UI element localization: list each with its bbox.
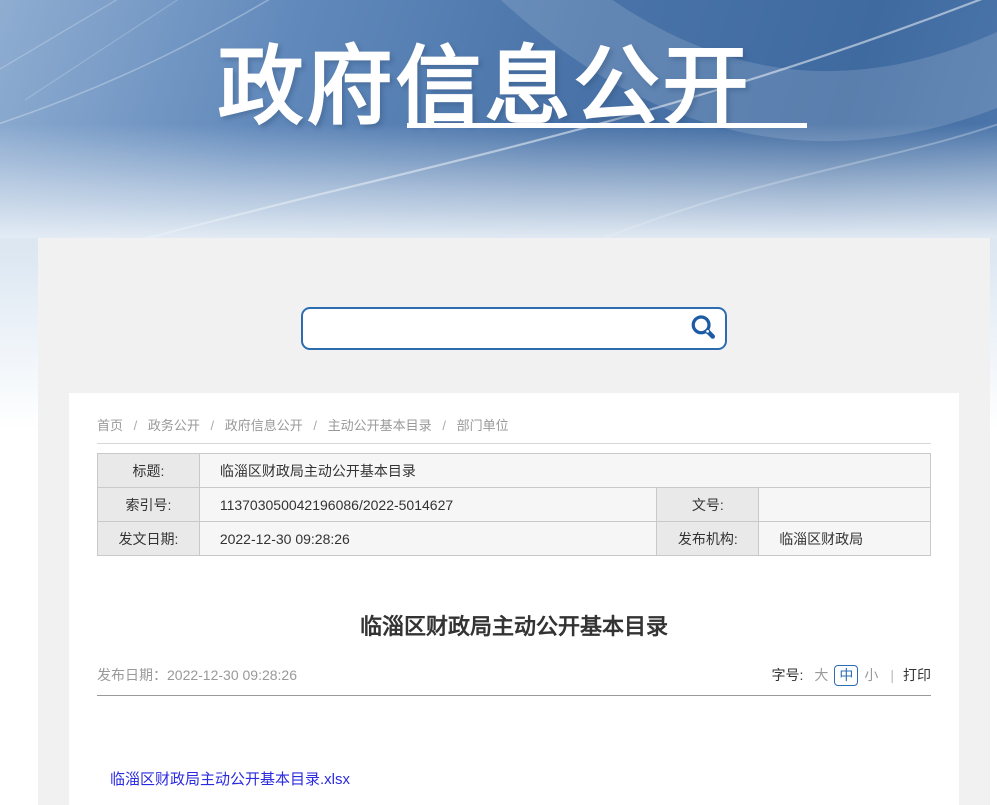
title-label: 标题:	[98, 454, 200, 488]
font-size-medium-button[interactable]: 中	[834, 665, 858, 686]
search-button[interactable]	[687, 313, 719, 345]
print-button[interactable]: 打印	[903, 664, 931, 686]
breadcrumb-govaffairs[interactable]: 政务公开	[148, 418, 200, 433]
article-panel: 首页 / 政务公开 / 政府信息公开 / 主动公开基本目录 / 部门单位 标题:…	[69, 393, 959, 805]
breadcrumb-separator: /	[442, 418, 446, 433]
index-number-label: 索引号:	[98, 488, 200, 522]
breadcrumb: 首页 / 政务公开 / 政府信息公开 / 主动公开基本目录 / 部门单位	[97, 407, 931, 434]
breadcrumb-separator: /	[211, 418, 215, 433]
publish-date: 发布日期：2022-12-30 09:28:26	[97, 664, 297, 686]
attachment-link[interactable]: 临淄区财政局主动公开基本目录.xlsx	[110, 771, 350, 788]
search-icon	[688, 313, 718, 343]
breadcrumb-govinfo[interactable]: 政府信息公开	[225, 418, 303, 433]
breadcrumb-departments[interactable]: 部门单位	[457, 418, 509, 433]
publish-date-label: 发布日期：	[97, 667, 167, 683]
publisher-value: 临淄区财政局	[759, 522, 931, 556]
table-row-title: 标题: 临淄区财政局主动公开基本目录	[98, 454, 931, 488]
breadcrumb-home[interactable]: 首页	[97, 418, 123, 433]
publisher-label: 发布机构:	[657, 522, 759, 556]
title-value: 临淄区财政局主动公开基本目录	[199, 454, 930, 488]
tools-divider: |	[890, 664, 894, 686]
page-banner: 政府信息公开	[0, 0, 997, 238]
doc-number-value	[759, 488, 931, 522]
font-size-large-button[interactable]: 大	[814, 664, 828, 686]
article-title: 临淄区财政局主动公开基本目录	[97, 612, 931, 642]
article-tools: 字号: 大 中 小 | 打印	[771, 664, 931, 686]
title-underline	[407, 123, 807, 128]
doc-number-label: 文号:	[657, 488, 759, 522]
index-number-value: 113703050042196086/2022-5014627	[199, 488, 657, 522]
publish-date-value: 2022-12-30 09:28:26	[167, 667, 297, 683]
issue-date-label: 发文日期:	[98, 522, 200, 556]
table-row-index: 索引号: 113703050042196086/2022-5014627 文号:	[98, 488, 931, 522]
document-info-table: 标题: 临淄区财政局主动公开基本目录 索引号: 1137030500421960…	[97, 453, 931, 556]
font-size-label: 字号:	[771, 664, 803, 686]
breadcrumb-divider	[97, 443, 931, 444]
content-divider	[97, 695, 931, 696]
font-size-small-button[interactable]: 小	[864, 664, 878, 686]
content-container: 首页 / 政务公开 / 政府信息公开 / 主动公开基本目录 / 部门单位 标题:…	[38, 238, 990, 805]
breadcrumb-separator: /	[134, 418, 138, 433]
breadcrumb-catalog[interactable]: 主动公开基本目录	[328, 418, 432, 433]
search-input[interactable]	[303, 309, 663, 348]
search-box	[301, 307, 727, 350]
attachment-row: 临淄区财政局主动公开基本目录.xlsx	[110, 768, 931, 789]
table-row-date: 发文日期: 2022-12-30 09:28:26 发布机构: 临淄区财政局	[98, 522, 931, 556]
breadcrumb-separator: /	[313, 418, 317, 433]
issue-date-value: 2022-12-30 09:28:26	[199, 522, 657, 556]
article-meta-row: 发布日期：2022-12-30 09:28:26 字号: 大 中 小 | 打印	[97, 664, 931, 686]
